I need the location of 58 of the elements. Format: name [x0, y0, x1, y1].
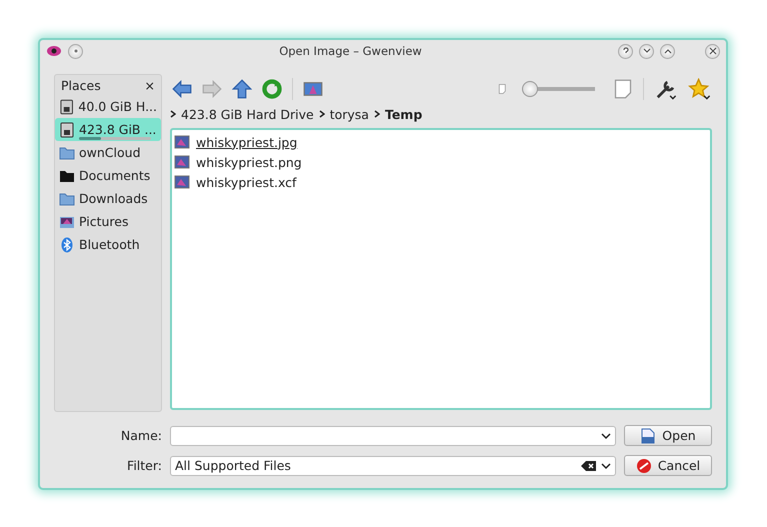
file-item[interactable]: whiskypriest.xcf — [196, 174, 296, 190]
panel-title: Places — [61, 78, 101, 93]
image-file-icon — [174, 154, 190, 170]
chevron-up-icon — [664, 48, 672, 54]
image-preview-icon — [303, 79, 323, 99]
pin-button[interactable] — [68, 44, 83, 58]
eye-icon — [46, 43, 62, 59]
document-icon — [640, 428, 656, 444]
question-mark-icon — [622, 47, 630, 55]
breadcrumb-item[interactable]: Temp — [384, 106, 422, 122]
breadcrumb-item[interactable]: torysa — [330, 106, 369, 122]
separator-icon — [318, 110, 325, 118]
close-button[interactable] — [705, 44, 720, 58]
place-item[interactable]: 40.0 GiB H... — [55, 95, 161, 118]
cancel-icon — [636, 458, 652, 474]
forward-icon — [202, 79, 222, 99]
drive-icon — [59, 122, 75, 138]
reload-icon — [262, 79, 282, 99]
name-label: Name: — [120, 428, 162, 443]
dropdown-icon[interactable] — [601, 432, 611, 440]
minimize-button[interactable] — [639, 44, 654, 58]
cancel-button[interactable]: Cancel — [624, 455, 712, 476]
file-item[interactable]: whiskypriest.png — [196, 154, 302, 170]
help-button[interactable] — [618, 44, 633, 58]
folder-icon — [59, 144, 75, 160]
window-title: Open Image – Gwenview — [278, 44, 423, 58]
up-icon — [232, 79, 252, 99]
folder-icon — [59, 190, 75, 206]
separator-icon — [170, 110, 176, 118]
place-item[interactable]: Bluetooth — [55, 233, 161, 256]
large-page-icon — [613, 78, 633, 100]
dropdown-icon[interactable] — [601, 462, 611, 470]
name-field[interactable] — [170, 426, 616, 446]
back-icon — [172, 79, 192, 99]
place-item[interactable]: Documents — [55, 164, 161, 187]
bluetooth-icon — [59, 236, 75, 252]
image-file-icon — [174, 134, 190, 150]
star-icon — [688, 78, 712, 100]
breadcrumb-item[interactable]: 423.8 GiB Hard Drive — [181, 106, 314, 122]
place-item[interactable]: Pictures — [55, 210, 161, 233]
separator-icon — [374, 110, 380, 118]
filter-field[interactable]: All Supported Files — [170, 456, 616, 476]
dot-icon — [74, 49, 78, 53]
filter-label: Filter: — [126, 458, 162, 473]
open-button[interactable]: Open — [624, 425, 712, 446]
clear-icon[interactable] — [581, 460, 597, 472]
file-item[interactable]: whiskypriest.jpg — [196, 134, 298, 150]
drive-icon — [59, 98, 74, 114]
image-file-icon — [174, 174, 190, 190]
wrench-icon — [654, 78, 678, 100]
close-panel-button[interactable]: × — [144, 78, 155, 93]
capacity-bar — [79, 137, 151, 140]
close-icon — [708, 47, 716, 55]
chevron-down-icon — [642, 48, 650, 54]
place-item[interactable]: Downloads — [55, 187, 161, 210]
place-item[interactable]: ownCloud — [55, 141, 161, 164]
maximize-button[interactable] — [660, 44, 675, 58]
place-item[interactable]: 423.8 GiB ... — [55, 118, 161, 141]
